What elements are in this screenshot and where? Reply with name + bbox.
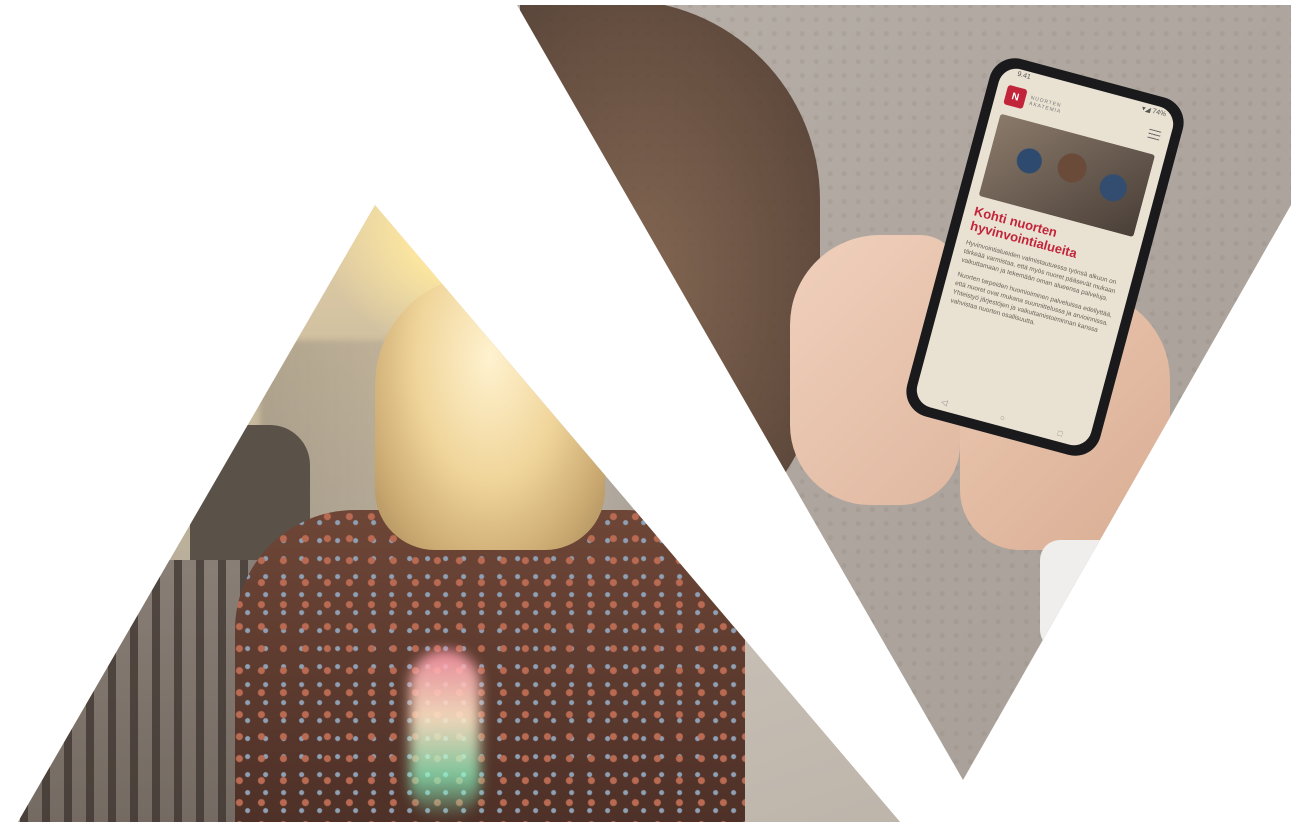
blonde-hair bbox=[375, 275, 605, 550]
floral-shirt bbox=[235, 510, 745, 822]
sweater-sleeve bbox=[1040, 540, 1120, 650]
photo-collage: 9.41 ▾◢ 74% N NUORTEN AKATEMIA Kohti nuo… bbox=[0, 0, 1291, 822]
home-icon[interactable]: ○ bbox=[999, 413, 1006, 423]
site-logo-text: NUORTEN AKATEMIA bbox=[1028, 95, 1063, 115]
site-logo-icon[interactable]: N bbox=[1003, 84, 1028, 110]
hamburger-menu-icon[interactable] bbox=[1147, 128, 1162, 141]
back-icon[interactable]: ◁ bbox=[940, 397, 948, 407]
recent-apps-icon[interactable]: □ bbox=[1057, 428, 1064, 438]
lens-flare bbox=[410, 650, 480, 820]
